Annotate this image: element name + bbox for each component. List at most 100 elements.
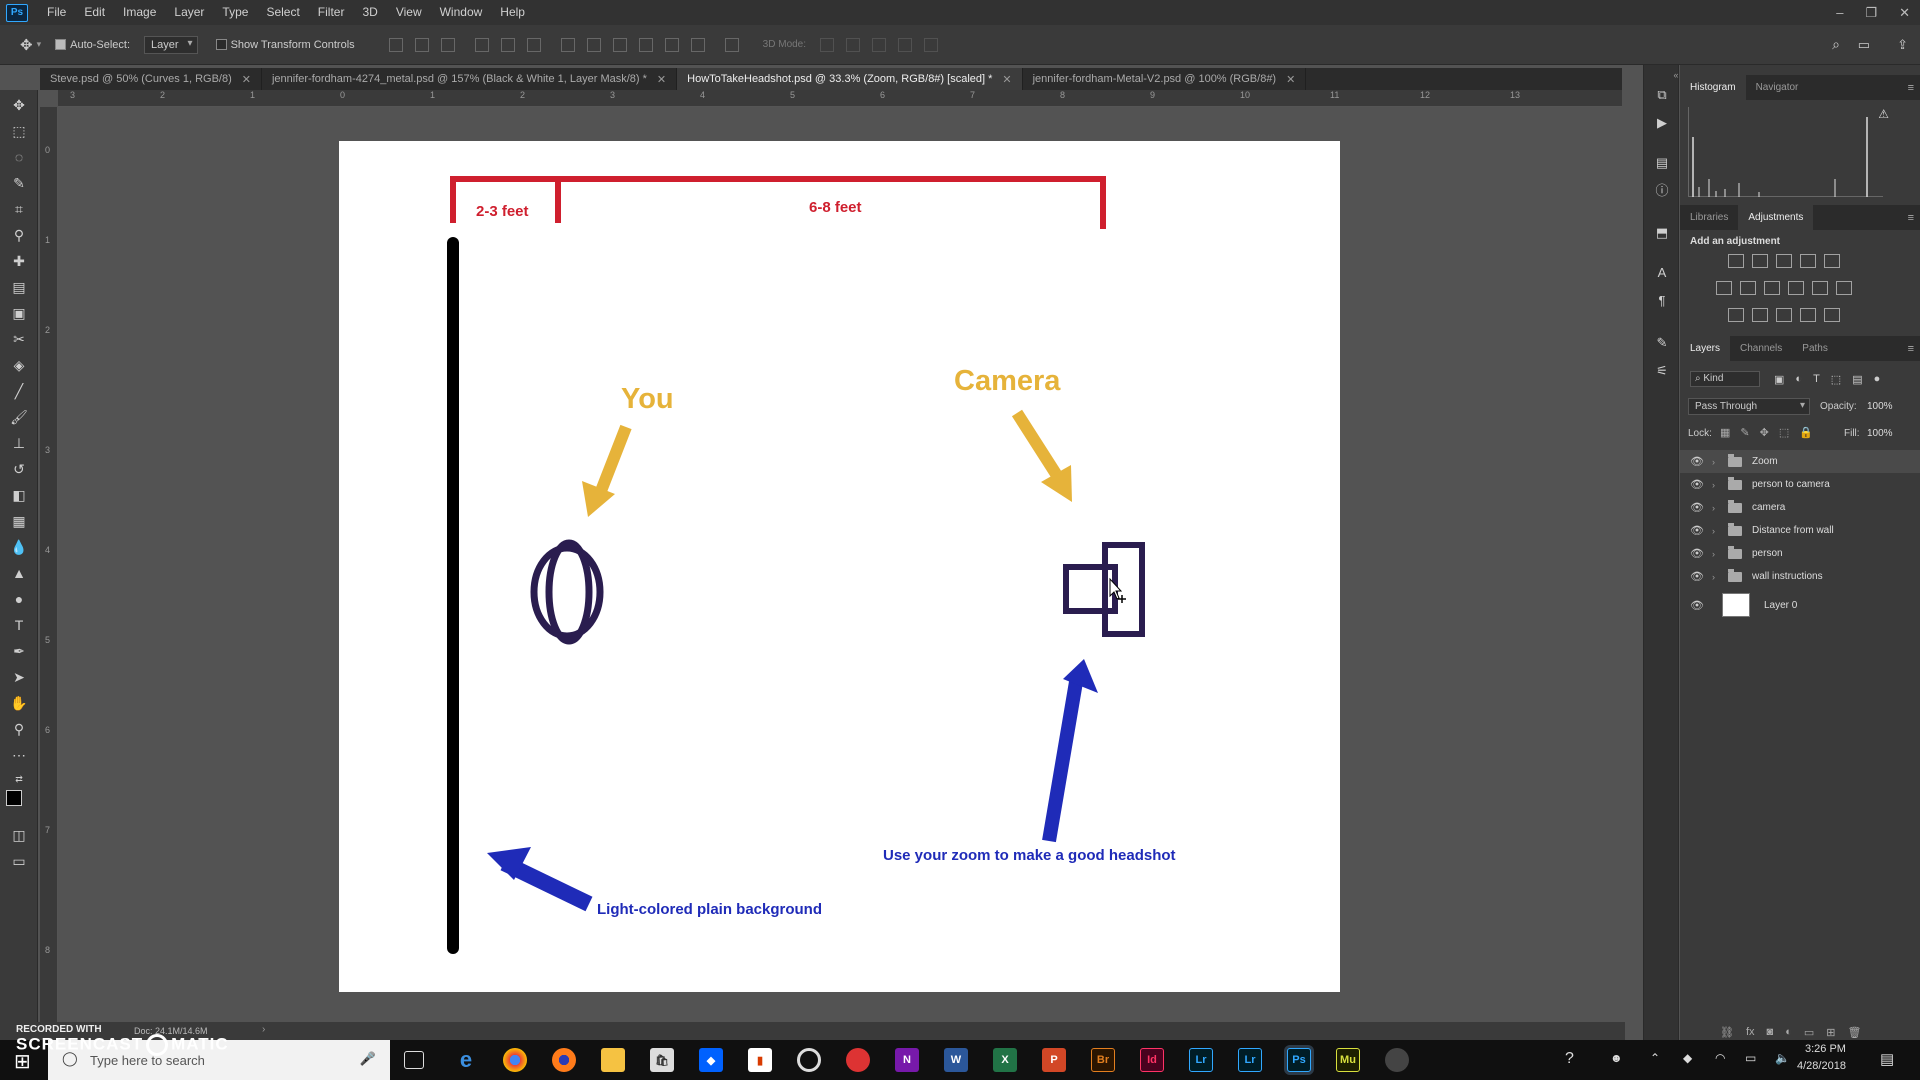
dodge-tool-icon[interactable]: ●: [10, 590, 28, 608]
eye-icon[interactable]: 👁: [1690, 501, 1706, 514]
menu-file[interactable]: File: [38, 0, 75, 25]
tab-paths[interactable]: Paths: [1792, 336, 1838, 361]
scissors-tool-icon[interactable]: ✂: [10, 330, 28, 348]
filter-toggle-icon[interactable]: ●: [1874, 373, 1881, 386]
photo-filter-icon[interactable]: [1788, 281, 1804, 295]
curves-icon[interactable]: [1776, 254, 1792, 268]
gradient-tool-icon[interactable]: ▦: [10, 512, 28, 530]
menu-filter[interactable]: Filter: [309, 0, 354, 25]
tab-libraries[interactable]: Libraries: [1680, 205, 1738, 230]
expand-chevron-icon[interactable]: ›: [1712, 457, 1722, 467]
action-center-icon[interactable]: ▤: [1880, 1050, 1894, 1068]
3d-scale-icon[interactable]: [924, 37, 939, 52]
expand-chevron-icon[interactable]: ›: [1712, 480, 1722, 490]
file-explorer-icon[interactable]: [601, 1048, 625, 1072]
clock-time[interactable]: 3:26 PM: [1805, 1043, 1846, 1055]
align-vcenter-icon[interactable]: [414, 37, 429, 52]
align-hcenter-icon[interactable]: [500, 37, 515, 52]
menu-layer[interactable]: Layer: [165, 0, 213, 25]
history-icon[interactable]: ⧉: [1654, 87, 1670, 103]
channel-mixer-icon[interactable]: [1812, 281, 1828, 295]
color-lookup-icon[interactable]: [1836, 281, 1852, 295]
invert-icon[interactable]: [1728, 308, 1744, 322]
share-icon[interactable]: ⇪: [1897, 37, 1908, 53]
restore-icon[interactable]: ❐: [1865, 0, 1877, 25]
pen-tool-icon[interactable]: ✒: [10, 642, 28, 660]
close-tab-icon[interactable]: ✕: [1002, 73, 1011, 86]
distribute-bottom-icon[interactable]: [612, 37, 627, 52]
help-icon[interactable]: ?: [1565, 1050, 1574, 1068]
vibrance-icon[interactable]: [1824, 254, 1840, 268]
paragraph-icon[interactable]: ¶: [1654, 293, 1670, 309]
eye-icon[interactable]: 👁: [1690, 599, 1706, 612]
zoom-tool-icon[interactable]: ⚲: [10, 720, 28, 738]
tab-adjustments[interactable]: Adjustments: [1738, 205, 1814, 230]
menu-help[interactable]: Help: [491, 0, 534, 25]
color-balance-icon[interactable]: [1740, 281, 1756, 295]
menu-window[interactable]: Window: [431, 0, 492, 25]
panel-menu-icon[interactable]: ≡: [1908, 212, 1914, 224]
black-white-icon[interactable]: [1764, 281, 1780, 295]
tab-layers[interactable]: Layers: [1680, 336, 1731, 361]
ruler-horizontal[interactable]: 3 2 1 0 1 2 3 4 5 6 7 8 9 10 11 12 13: [58, 90, 1622, 107]
hue-saturation-icon[interactable]: [1716, 281, 1732, 295]
tab-jennifer-metal[interactable]: jennifer-fordham-4274_metal.psd @ 157% (…: [262, 68, 678, 90]
close-tab-icon[interactable]: ✕: [242, 73, 251, 86]
align-left-icon[interactable]: [474, 37, 489, 52]
ruler-tool-icon[interactable]: ▤: [10, 278, 28, 296]
marquee-tool-icon[interactable]: ⬚: [10, 122, 28, 140]
selective-color-icon[interactable]: [1800, 308, 1816, 322]
line-tool-icon[interactable]: ╱: [10, 382, 28, 400]
menu-image[interactable]: Image: [114, 0, 165, 25]
actions-play-icon[interactable]: ▶: [1654, 115, 1670, 131]
quick-select-tool-icon[interactable]: ✎: [10, 174, 28, 192]
eye-icon[interactable]: 👁: [1690, 455, 1706, 468]
excel-icon[interactable]: X: [993, 1048, 1017, 1072]
delete-layer-icon[interactable]: 🗑: [1847, 1026, 1861, 1039]
workspace-icon[interactable]: ▭: [1858, 37, 1870, 53]
swap-colors-icon[interactable]: ⇄: [10, 770, 28, 788]
libraries-dock-icon[interactable]: ⬒: [1654, 225, 1670, 241]
people-icon[interactable]: ☻: [1610, 1051, 1623, 1065]
link-layers-icon[interactable]: ⛓: [1720, 1026, 1734, 1039]
blend-mode-dropdown[interactable]: Pass Through: [1688, 398, 1810, 415]
healing-brush-tool-icon[interactable]: ✚: [10, 252, 28, 270]
expand-chevron-icon[interactable]: ›: [1712, 526, 1722, 536]
distribute-hcenter-icon[interactable]: [664, 37, 679, 52]
store-icon[interactable]: 🛍: [650, 1048, 674, 1072]
brush-settings-icon[interactable]: ✎: [1654, 335, 1670, 351]
3d-slide-icon[interactable]: [898, 37, 913, 52]
layer-row-wall-instructions[interactable]: 👁 › wall instructions: [1680, 565, 1920, 588]
wifi-icon[interactable]: ◠: [1715, 1051, 1725, 1065]
search-icon[interactable]: ⌕: [1832, 36, 1840, 53]
word-icon[interactable]: W: [944, 1048, 968, 1072]
layer-row-camera[interactable]: 👁 › camera: [1680, 496, 1920, 519]
lightroom-icon[interactable]: Lr: [1189, 1048, 1213, 1072]
opacity-value[interactable]: 100%: [1867, 401, 1893, 412]
lock-all-icon[interactable]: 🔒: [1799, 426, 1813, 439]
chrome-icon[interactable]: [503, 1048, 527, 1072]
brightness-contrast-icon[interactable]: [1728, 254, 1744, 268]
bridge-icon[interactable]: Br: [1091, 1048, 1115, 1072]
align-right-icon[interactable]: [526, 37, 541, 52]
tab-jennifer-metal-v2[interactable]: jennifer-fordham-Metal-V2.psd @ 100% (RG…: [1023, 68, 1307, 90]
exposure-icon[interactable]: [1800, 254, 1816, 268]
eraser-tool-icon[interactable]: ◧: [10, 486, 28, 504]
close-icon[interactable]: ✕: [1899, 0, 1910, 25]
firefox-icon[interactable]: [552, 1048, 576, 1072]
eye-icon[interactable]: 👁: [1690, 547, 1706, 560]
layer-style-icon[interactable]: fx: [1746, 1026, 1755, 1039]
filter-pixel-icon[interactable]: ▣: [1774, 373, 1784, 386]
move-tool-icon[interactable]: ✥: [10, 96, 28, 114]
history-brush-tool-icon[interactable]: ↺: [10, 460, 28, 478]
add-mask-icon[interactable]: ◙: [1767, 1026, 1774, 1039]
tab-howtotakeheadshot[interactable]: HowToTakeHeadshot.psd @ 33.3% (Zoom, RGB…: [677, 68, 1023, 90]
align-bottom-icon[interactable]: [440, 37, 455, 52]
distribute-vcenter-icon[interactable]: [586, 37, 601, 52]
lasso-tool-icon[interactable]: ◌: [10, 148, 28, 166]
quick-mask-icon[interactable]: ◫: [10, 826, 28, 844]
lock-artboard-icon[interactable]: ⬚: [1779, 426, 1789, 439]
layer-row-person-to-camera[interactable]: 👁 › person to camera: [1680, 473, 1920, 496]
layer-row-person[interactable]: 👁 › person: [1680, 542, 1920, 565]
screencast-icon[interactable]: [846, 1048, 870, 1072]
